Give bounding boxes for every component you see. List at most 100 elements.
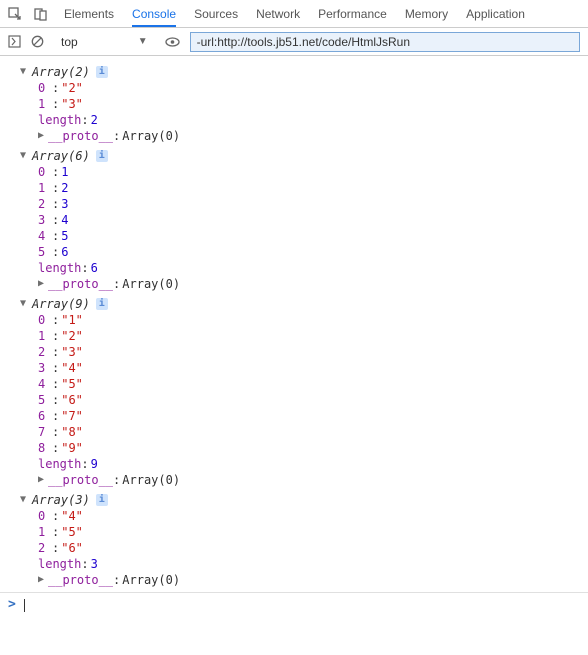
tab-application[interactable]: Application — [466, 1, 525, 27]
array-item: 2: 3 — [38, 196, 588, 212]
colon: : — [52, 440, 59, 456]
toggle-device-icon[interactable] — [34, 7, 48, 21]
tab-sources[interactable]: Sources — [194, 1, 238, 27]
value: "6" — [61, 392, 83, 408]
triangle-down-icon: ▼ — [20, 296, 29, 312]
value: "2" — [61, 328, 83, 344]
value: "7" — [61, 408, 83, 424]
array-block: ▼Array(6) i 0: 11: 22: 33: 44: 55: 6length… — [0, 148, 588, 292]
array-item: 0: 1 — [38, 164, 588, 180]
array-header[interactable]: ▼Array(3)i — [0, 492, 588, 508]
array-title: Array(3) — [32, 492, 90, 508]
colon: : — [52, 424, 59, 440]
live-expression-icon[interactable] — [165, 37, 180, 47]
colon: : — [52, 228, 59, 244]
length-label: length — [38, 456, 81, 472]
value: 1 — [61, 164, 68, 180]
length-label: length — [38, 112, 81, 128]
array-item: 0: "1" — [38, 312, 588, 328]
colon: : — [52, 360, 59, 376]
array-item: 3: 4 — [38, 212, 588, 228]
colon: : — [52, 524, 59, 540]
length-label: length — [38, 556, 81, 572]
array-rows: 0: "4"1: "5"2: "6"length: 3▶__proto__: A… — [0, 508, 588, 588]
console-output[interactable]: ▼Array(2)i0: "2"1: "3"length: 2▶__proto_… — [0, 56, 588, 655]
array-title: Array(6) — [32, 148, 90, 164]
devtools-toolbar: Elements Console Sources Network Perform… — [0, 0, 588, 28]
index-label: 1 — [38, 328, 52, 344]
console-prompt[interactable]: > — [0, 592, 588, 617]
proto-row[interactable]: ▶__proto__: Array(0) — [38, 276, 588, 292]
length-row: length: 9 — [38, 456, 588, 472]
proto-label: __proto__ — [48, 276, 113, 292]
index-label: 0 — [38, 508, 52, 524]
triangle-right-icon: ▶ — [38, 472, 47, 488]
index-label: 1 — [38, 524, 52, 540]
info-icon[interactable]: i — [96, 66, 108, 78]
colon: : — [52, 376, 59, 392]
proto-row[interactable]: ▶__proto__: Array(0) — [38, 128, 588, 144]
array-item: 1: "2" — [38, 328, 588, 344]
array-item: 1: 2 — [38, 180, 588, 196]
value: "8" — [61, 424, 83, 440]
triangle-right-icon: ▶ — [38, 128, 47, 144]
colon: : — [52, 328, 59, 344]
colon: : — [52, 244, 59, 260]
value: "3" — [61, 344, 83, 360]
array-item: 4: 5 — [38, 228, 588, 244]
array-rows: 0: "2"1: "3"length: 2▶__proto__: Array(0… — [0, 80, 588, 144]
proto-value: Array(0) — [122, 472, 180, 488]
triangle-down-icon: ▼ — [20, 148, 29, 164]
info-icon[interactable]: i — [96, 494, 108, 506]
index-label: 6 — [38, 408, 52, 424]
array-header[interactable]: ▼Array(9) i — [0, 296, 588, 312]
index-label: 3 — [38, 212, 52, 228]
index-label: 1 — [38, 96, 52, 112]
tab-performance[interactable]: Performance — [318, 1, 387, 27]
array-item: 0: "4" — [38, 508, 588, 524]
colon: : — [81, 112, 88, 128]
info-icon[interactable]: i — [96, 298, 108, 310]
length-value: 9 — [91, 456, 98, 472]
toggle-sidebar-icon[interactable] — [8, 35, 21, 48]
colon: : — [52, 164, 59, 180]
array-block: ▼Array(9)i0: "1"1: "2"2: "3"3: "4"4: "5"… — [0, 296, 588, 488]
index-label: 0 — [38, 312, 52, 328]
length-row: length: 2 — [38, 112, 588, 128]
array-header[interactable]: ▼Array(2)i — [0, 64, 588, 80]
filter-input[interactable] — [190, 32, 580, 52]
array-item: 6: "7" — [38, 408, 588, 424]
array-item: 5: "6" — [38, 392, 588, 408]
colon: : — [113, 572, 120, 588]
value: "4" — [61, 360, 83, 376]
colon: : — [52, 540, 59, 556]
triangle-right-icon: ▶ — [38, 572, 47, 588]
tab-memory[interactable]: Memory — [405, 1, 448, 27]
context-selector[interactable]: top ▼ — [54, 33, 155, 51]
tab-network[interactable]: Network — [256, 1, 300, 27]
select-element-icon[interactable] — [8, 7, 22, 21]
array-header[interactable]: ▼Array(6) i — [0, 148, 588, 164]
proto-value: Array(0) — [122, 276, 180, 292]
array-rows: 0: "1"1: "2"2: "3"3: "4"4: "5"5: "6"6: "… — [0, 312, 588, 488]
array-title: Array(9) — [32, 296, 90, 312]
array-rows: 0: 11: 22: 33: 44: 55: 6length: 6▶__prot… — [0, 164, 588, 292]
colon: : — [52, 196, 59, 212]
array-item: 3: "4" — [38, 360, 588, 376]
tab-elements[interactable]: Elements — [64, 1, 114, 27]
context-label: top — [61, 35, 78, 49]
colon: : — [52, 180, 59, 196]
colon: : — [81, 556, 88, 572]
proto-row[interactable]: ▶__proto__: Array(0) — [38, 472, 588, 488]
colon: : — [81, 260, 88, 276]
value: "5" — [61, 524, 83, 540]
tab-console[interactable]: Console — [132, 1, 176, 27]
proto-row[interactable]: ▶__proto__: Array(0) — [38, 572, 588, 588]
index-label: 8 — [38, 440, 52, 456]
info-icon[interactable]: i — [96, 150, 108, 162]
index-label: 2 — [38, 196, 52, 212]
index-label: 4 — [38, 228, 52, 244]
value: "5" — [61, 376, 83, 392]
clear-console-icon[interactable] — [31, 35, 44, 48]
array-block: ▼Array(3)i0: "4"1: "5"2: "6"length: 3▶__… — [0, 492, 588, 588]
